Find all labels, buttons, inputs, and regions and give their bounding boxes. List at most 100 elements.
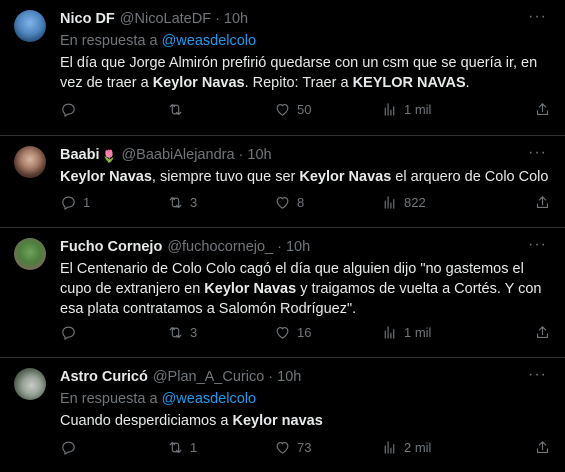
views-chart-icon — [384, 103, 395, 116]
author-name[interactable]: Baabi — [60, 146, 100, 165]
separator-dot: · — [238, 147, 244, 163]
like-button[interactable]: 73 — [274, 439, 381, 456]
timestamp[interactable]: 10h — [247, 146, 271, 165]
reply-button[interactable] — [60, 324, 167, 341]
tweet-content: Astro Curicó @Plan_A_Curico · 10h En res… — [60, 368, 551, 472]
tweet-text-bold: Keylor Navas — [60, 169, 152, 185]
more-icon[interactable]: ··· — [528, 9, 547, 25]
like-button[interactable]: 50 — [274, 101, 381, 118]
reply-mention-link[interactable]: @weasdelcolo — [162, 391, 257, 407]
heart-icon — [276, 441, 289, 454]
like-count: 73 — [297, 440, 312, 455]
views-button[interactable]: 1 mil — [381, 101, 488, 118]
separator-dot: · — [215, 11, 220, 27]
heart-icon — [276, 196, 289, 209]
retweet-icon — [169, 441, 182, 454]
tweet-text-part: . — [465, 75, 470, 91]
author-name[interactable]: Nico DF — [60, 10, 115, 29]
reply-button[interactable] — [60, 101, 167, 118]
reply-button[interactable]: 1 — [60, 194, 167, 211]
tweet-text-bold: Keylor Navas — [299, 169, 392, 185]
tweet-header: Fucho Cornejo @fuchocornejo_ · 10h — [60, 238, 551, 257]
views-chart-icon — [384, 196, 395, 209]
separator-dot: · — [277, 239, 282, 255]
retweet-count: 3 — [190, 195, 198, 210]
reply-icon — [62, 441, 75, 455]
tweet-actions: 1 3 8 822 — [60, 194, 551, 211]
reply-prefix: En respuesta a — [60, 391, 158, 407]
author-name[interactable]: Fucho Cornejo — [60, 238, 162, 257]
tweet-text: Cuando desperdiciamos a Keylor navas — [60, 411, 551, 431]
like-button[interactable]: 8 — [274, 194, 381, 211]
retweet-count: 1 — [190, 440, 198, 455]
view-count: 1 mil — [404, 325, 432, 340]
avatar[interactable] — [14, 10, 46, 42]
reply-context: En respuesta a @weasdelcolo — [60, 390, 551, 409]
avatar[interactable] — [14, 146, 46, 178]
view-count: 2 mil — [404, 440, 432, 455]
tulip-emoji: 🌷 — [101, 148, 117, 163]
reply-mention-link[interactable]: @weasdelcolo — [162, 33, 257, 49]
timestamp[interactable]: 10h — [286, 238, 310, 257]
retweet-button[interactable]: 1 — [167, 439, 274, 456]
timestamp[interactable]: 10h — [224, 10, 248, 29]
retweet-count: 3 — [190, 325, 198, 340]
author-handle[interactable]: @BaabiAlejandra — [121, 146, 234, 165]
tweet-actions: 1 73 2 mil — [60, 439, 551, 456]
like-count: 16 — [297, 325, 312, 340]
retweet-button[interactable]: 3 — [167, 324, 274, 341]
tweet-text: El Centenario de Colo Colo cagó el día q… — [60, 259, 551, 319]
author-handle[interactable]: @Plan_A_Curico — [153, 368, 264, 387]
tweet[interactable]: Astro Curicó @Plan_A_Curico · 10h En res… — [0, 358, 565, 472]
views-chart-icon — [384, 326, 395, 339]
share-icon — [536, 326, 549, 339]
author-name[interactable]: Astro Curicó — [60, 368, 148, 387]
tweet-text: El día que Jorge Almirón prefirió quedar… — [60, 53, 551, 93]
tweet[interactable]: Nico DF @NicoLateDF · 10h En respuesta a… — [0, 0, 565, 136]
share-button[interactable] — [534, 439, 551, 456]
more-icon[interactable]: ··· — [528, 237, 547, 253]
tweet-text-part: , siempre tuvo que ser — [151, 169, 300, 185]
reply-button[interactable] — [60, 439, 167, 456]
tweet-text-bold: KEYLOR NAVAS — [352, 75, 466, 91]
like-count: 8 — [297, 195, 305, 210]
more-icon[interactable]: ··· — [528, 145, 547, 161]
more-icon[interactable]: ··· — [528, 367, 547, 383]
share-icon — [536, 196, 549, 209]
retweet-icon — [169, 103, 182, 116]
views-button[interactable]: 1 mil — [381, 324, 488, 341]
retweet-button[interactable]: 3 — [167, 194, 274, 211]
tweet-actions: 50 1 mil — [60, 101, 551, 118]
views-button[interactable]: 2 mil — [381, 439, 488, 456]
like-button[interactable]: 16 — [274, 324, 381, 341]
tweet-text-bold: Keylor Navas — [204, 281, 297, 297]
share-button[interactable] — [534, 324, 551, 341]
separator-dot: · — [268, 369, 274, 385]
author-handle[interactable]: @NicoLateDF — [120, 10, 211, 29]
timestamp[interactable]: 10h — [277, 368, 301, 387]
author-handle[interactable]: @fuchocornejo_ — [167, 238, 273, 257]
retweet-icon — [169, 196, 182, 209]
tweet-feed: Nico DF @NicoLateDF · 10h En respuesta a… — [0, 0, 565, 472]
avatar[interactable] — [14, 368, 46, 400]
tweet-text-bold: Keylor Navas — [152, 75, 245, 91]
view-count: 1 mil — [404, 102, 432, 117]
reply-icon — [62, 103, 75, 117]
share-button[interactable] — [534, 194, 551, 211]
tweet-header: Astro Curicó @Plan_A_Curico · 10h — [60, 368, 551, 387]
retweet-button[interactable] — [167, 101, 274, 118]
heart-icon — [276, 326, 289, 339]
tweet[interactable]: Baabi 🌷 @BaabiAlejandra · 10h Keylor Nav… — [0, 136, 565, 228]
share-button[interactable] — [534, 101, 551, 118]
tweet-actions: 3 16 1 mil — [60, 324, 551, 341]
reply-icon — [62, 326, 75, 340]
avatar[interactable] — [14, 238, 46, 270]
reply-context: En respuesta a @weasdelcolo — [60, 32, 551, 51]
tweet[interactable]: Fucho Cornejo @fuchocornejo_ · 10h El Ce… — [0, 228, 565, 358]
like-count: 50 — [297, 102, 312, 117]
tweet-header: Nico DF @NicoLateDF · 10h — [60, 10, 551, 29]
tweet-text: Keylor Navas, siempre tuvo que ser Keylo… — [60, 167, 551, 187]
views-button[interactable]: 822 — [381, 194, 488, 211]
view-count: 822 — [404, 195, 426, 210]
views-chart-icon — [384, 441, 395, 454]
